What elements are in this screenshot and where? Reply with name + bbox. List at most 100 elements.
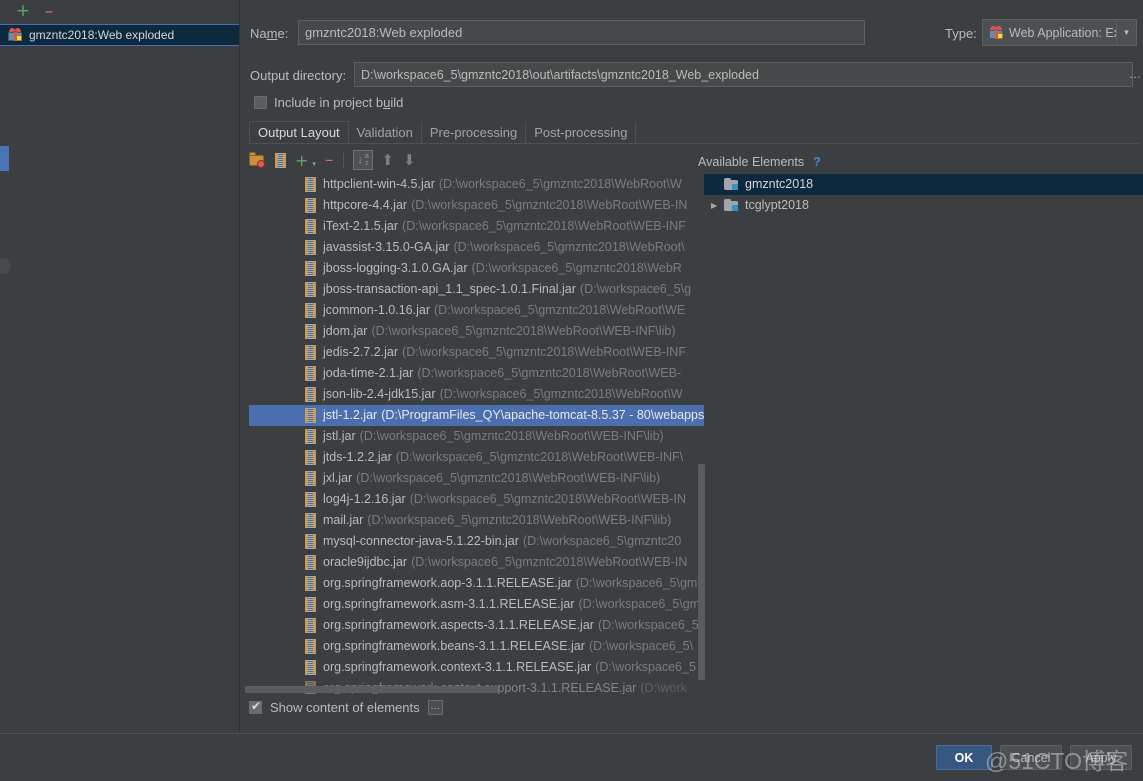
output-list-horizontal-scrollbar[interactable] [245, 686, 498, 693]
output-layout-row-path: (D:\workspace6_5\gmzntc2018\WebRoot\WEB-… [359, 429, 664, 443]
output-layout-row-path: (D:\workspace6_5\gmzntc2018\WebRoot\W [438, 177, 682, 191]
output-layout-row[interactable]: org.springframework.context-3.1.1.RELEAS… [249, 657, 704, 678]
show-content-checkbox[interactable] [249, 699, 262, 714]
output-layout-row[interactable]: httpclient-win-4.5.jar (D:\workspace6_5\g… [249, 174, 704, 195]
sort-az-icon[interactable]: ↓ az [353, 150, 374, 170]
output-layout-row[interactable]: jboss-logging-3.1.0.GA.jar (D:\workspace6… [249, 258, 704, 279]
jar-file-icon [305, 198, 316, 213]
output-layout-row[interactable]: org.springframework.beans-3.1.1.RELEASE.… [249, 636, 704, 657]
output-layout-row[interactable]: jstl-1.2.jar (D:\ProgramFiles_QY\apache-t… [249, 405, 704, 426]
output-layout-row-path: (D:\workspace6_5\gmzntc2018\WebRoot\WEB-… [411, 555, 688, 569]
output-layout-row[interactable]: log4j-1.2.16.jar (D:\workspace6_5\gmzntc2… [249, 489, 704, 510]
output-layout-row-path: (D:\workspace6_5\gmzntc20 [522, 534, 682, 548]
output-layout-row-name: org.springframework.aop-3.1.1.RELEASE.ja… [323, 576, 572, 590]
remove-artifact-button[interactable]: – [41, 3, 57, 21]
output-layout-list[interactable]: httpclient-win-4.5.jar (D:\workspace6_5\g… [249, 174, 704, 694]
apply-button[interactable]: Apply [1070, 745, 1132, 770]
jar-file-icon [305, 513, 316, 528]
output-layout-row[interactable]: json-lib-2.4-jdk15.jar (D:\workspace6_5\g… [249, 384, 704, 405]
output-layout-row[interactable]: jtds-1.2.2.jar (D:\workspace6_5\gmzntc201… [249, 447, 704, 468]
output-list-vertical-scrollbar[interactable] [698, 464, 705, 680]
move-down-icon[interactable]: ⬇ [403, 151, 416, 169]
dialog-footer: OK Cancel Apply [0, 734, 1143, 781]
output-layout-row[interactable]: jxl.jar (D:\workspace6_5\gmzntc2018\WebRo… [249, 468, 704, 489]
type-dropdown[interactable]: Web Application: Exploded ▼ [982, 19, 1137, 46]
browse-folder-button[interactable]: … [1127, 62, 1143, 87]
artifact-tree-item[interactable]: gmzntc2018:Web exploded [0, 24, 239, 46]
show-content-options-button[interactable]: … [427, 700, 443, 715]
expand-arrow-icon[interactable]: ▶ [711, 195, 724, 216]
jar-file-icon [305, 282, 316, 297]
output-layout-row[interactable]: org.springframework.asm-3.1.1.RELEASE.ja… [249, 594, 704, 615]
add-element-button[interactable]: + [295, 151, 308, 170]
output-layout-row[interactable]: oracle9ijdbc.jar (D:\workspace6_5\gmzntc2… [249, 552, 704, 573]
help-icon[interactable]: ? [813, 154, 821, 169]
add-artifact-button[interactable]: + [15, 3, 31, 20]
available-elements-tree[interactable]: ▶gmzntc2018▶ tcglypt2018 [704, 174, 1143, 694]
output-layout-row[interactable]: mysql-connector-java-5.1.22-bin.jar (D:\w… [249, 531, 704, 552]
type-label: Type: [945, 26, 977, 41]
artifact-package-icon [8, 27, 23, 42]
output-layout-row[interactable]: org.springframework.aop-3.1.1.RELEASE.ja… [249, 573, 704, 594]
output-layout-row[interactable]: jboss-transaction-api_1.1_spec-1.0.1.Fin… [249, 279, 704, 300]
create-archive-icon[interactable] [275, 152, 286, 168]
output-layout-row-name: json-lib-2.4-jdk15.jar [323, 387, 436, 401]
jar-file-icon [305, 618, 316, 633]
output-layout-row[interactable]: jdom.jar (D:\workspace6_5\gmzntc2018\WebR… [249, 321, 704, 342]
jar-file-icon [305, 534, 316, 549]
output-layout-row[interactable]: mail.jar (D:\workspace6_5\gmzntc2018\WebR… [249, 510, 704, 531]
output-layout-row-name: mysql-connector-java-5.1.22-bin.jar [323, 534, 519, 548]
name-input[interactable] [298, 20, 865, 45]
add-element-dropdown-icon[interactable]: ▾ [312, 160, 316, 168]
output-layout-row-name: jstl.jar [323, 429, 356, 443]
jar-file-icon [305, 345, 316, 360]
output-layout-row[interactable]: httpcore-4.4.jar (D:\workspace6_5\gmzntc2… [249, 195, 704, 216]
move-up-icon[interactable]: ⬆ [381, 151, 394, 169]
output-layout-row[interactable]: jcommon-1.0.16.jar (D:\workspace6_5\gmznt… [249, 300, 704, 321]
output-layout-row[interactable]: jstl.jar (D:\workspace6_5\gmzntc2018\WebR… [249, 426, 704, 447]
artifact-tree[interactable]: gmzntc2018:Web exploded [0, 24, 239, 733]
editor-tabs[interactable]: Output Layout Validation Pre-processing … [249, 121, 1139, 144]
chevron-down-icon[interactable]: ▼ [1116, 20, 1136, 45]
tab-underline [249, 143, 1139, 144]
output-directory-input[interactable] [354, 62, 1133, 87]
output-layout-row-path: (D:\workspace6_5\gmzntc2018\WebRoot\W [439, 387, 683, 401]
include-in-build-checkbox[interactable] [254, 96, 267, 109]
output-layout-row-name: org.springframework.asm-3.1.1.RELEASE.ja… [323, 597, 575, 611]
tab-pre-processing[interactable]: Pre-processing [422, 122, 527, 144]
output-layout-row[interactable]: joda-time-2.1.jar (D:\workspace6_5\gmzntc… [249, 363, 704, 384]
tab-validation[interactable]: Validation [349, 122, 422, 144]
cancel-button[interactable]: Cancel [1000, 745, 1062, 770]
available-element-row[interactable]: ▶gmzntc2018 [704, 174, 1143, 195]
output-layout-row[interactable]: javassist-3.15.0-GA.jar (D:\workspace6_5\… [249, 237, 704, 258]
tab-post-processing[interactable]: Post-processing [526, 122, 637, 144]
create-directory-icon[interactable] [249, 151, 266, 169]
output-layout-row[interactable]: org.springframework.aspects-3.1.1.RELEAS… [249, 615, 704, 636]
output-layout-row-name: log4j-1.2.16.jar [323, 492, 406, 506]
output-layout-row-name: org.springframework.aspects-3.1.1.RELEAS… [323, 618, 594, 632]
type-dropdown-value-wrap: Web Application: Exploded [983, 25, 1116, 40]
available-element-row[interactable]: ▶ tcglypt2018 [704, 195, 1143, 216]
tab-output-layout[interactable]: Output Layout [249, 121, 349, 144]
jar-file-icon [305, 555, 316, 570]
available-elements-label: Available Elements [698, 155, 805, 169]
output-layout-row-path: (D:\ProgramFiles_QY\apache-tomcat-8.5.37… [381, 408, 704, 422]
output-layout-row-path: (D:\workspace6_5\g [579, 282, 692, 296]
ok-button[interactable]: OK [936, 745, 992, 770]
jar-file-icon [305, 240, 316, 255]
output-layout-row-name: joda-time-2.1.jar [323, 366, 414, 380]
output-layout-row-path: (D:\workspace6_5\gmzntc2018\WebRoot\WEB-… [409, 492, 686, 506]
jar-file-icon [305, 408, 316, 423]
output-layout-row[interactable]: iText-2.1.5.jar (D:\workspace6_5\gmzntc20… [249, 216, 704, 237]
output-layout-row-name: jstl-1.2.jar [323, 408, 378, 422]
output-layout-row-name: httpcore-4.4.jar [323, 198, 408, 212]
remove-element-button[interactable]: – [325, 150, 334, 170]
output-layout-row-path: (D:\workspace6_5\gmzntc2018\WebRoot\WEB-… [411, 198, 688, 212]
jar-file-icon [305, 450, 316, 465]
output-layout-row[interactable]: jedis-2.7.2.jar (D:\workspace6_5\gmzntc20… [249, 342, 704, 363]
jar-file-icon [305, 366, 316, 381]
include-in-build-row[interactable]: Include in project build [254, 95, 403, 110]
output-layout-row-path: (D:\workspace6_5\gmzntc2018\WebRoot\WEB-… [402, 219, 686, 233]
show-content-row[interactable]: Show content of elements … [249, 699, 443, 715]
jar-file-icon [305, 660, 316, 675]
